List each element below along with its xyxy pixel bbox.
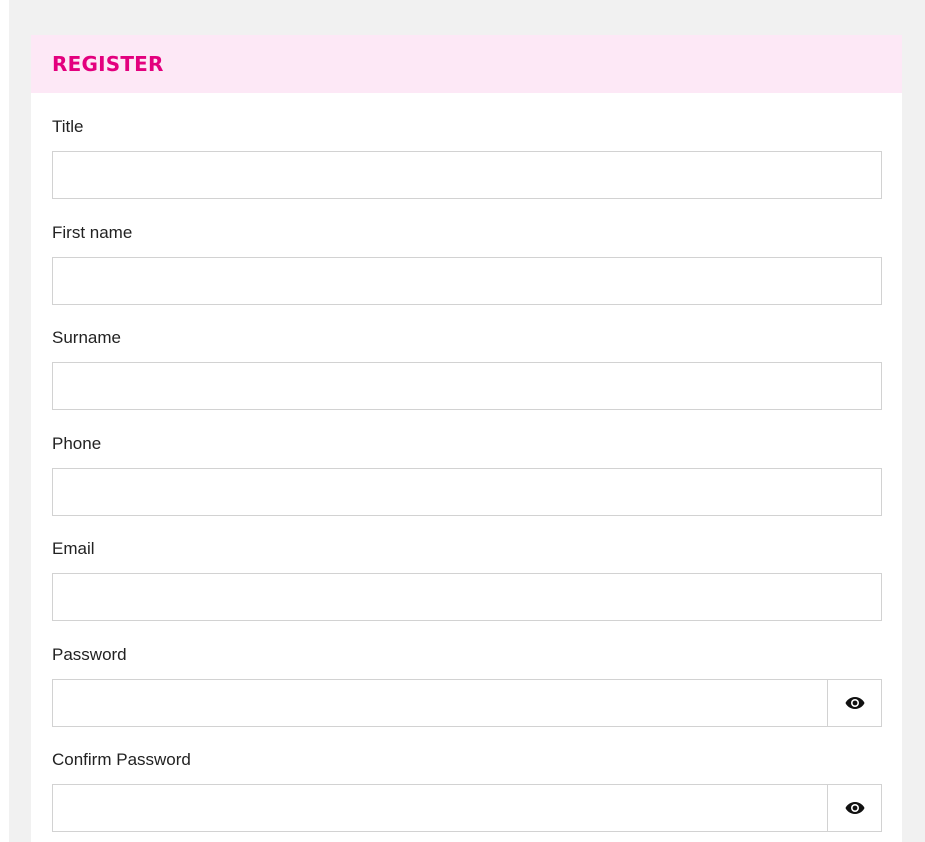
title-field-group: Title [52,93,882,199]
eye-icon [845,802,864,814]
title-label: Title [52,117,84,136]
email-input[interactable] [52,573,882,621]
surname-input[interactable] [52,362,882,410]
phone-field-group: Phone [52,410,882,516]
register-form: Title First name Surname Phone Email Pas [52,93,882,832]
eye-icon [845,696,864,709]
page: REGISTER Title First name Surname Phone … [0,0,925,842]
first-name-field-group: First name [52,199,882,305]
password-input-group [52,678,882,727]
confirm-password-label: Confirm Password [52,750,191,769]
email-label: Email [52,539,95,558]
email-field-group: Email [52,515,882,621]
surname-label: Surname [52,328,121,347]
password-label: Password [52,644,127,664]
title-input[interactable] [52,151,882,199]
confirm-password-input-group [52,784,882,832]
register-card: REGISTER Title First name Surname Phone … [31,35,902,842]
password-visibility-toggle[interactable] [827,678,882,727]
register-title: REGISTER [52,52,164,76]
confirm-password-field-group: Confirm Password [52,726,882,832]
password-field-group: Password [52,621,882,727]
confirm-password-visibility-toggle[interactable] [827,784,882,832]
first-name-label: First name [52,222,133,242]
confirm-password-input[interactable] [52,784,827,832]
phone-label: Phone [52,433,102,453]
surname-field-group: Surname [52,304,882,410]
password-input[interactable] [52,678,827,727]
first-name-input[interactable] [52,256,882,305]
register-header: REGISTER [31,35,902,93]
phone-input[interactable] [52,467,882,516]
